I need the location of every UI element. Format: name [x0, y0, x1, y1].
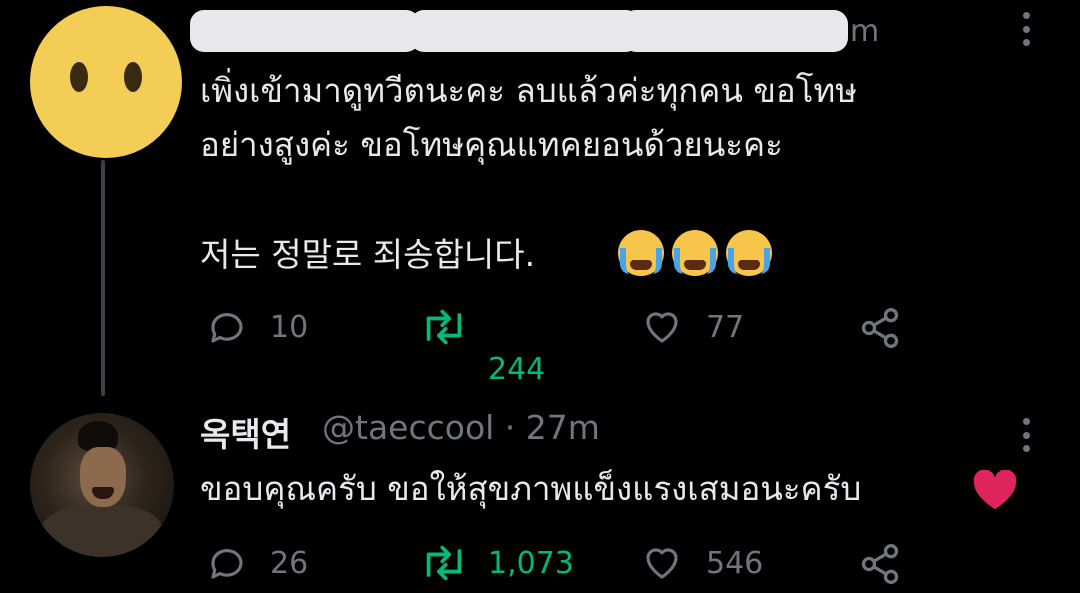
display-name[interactable]: 옥택연	[200, 408, 291, 456]
tweet-text-line: อย่างสูงค่ะ ขอโทษคุณแทคยอนด้วยนะคะ	[200, 125, 783, 164]
eye-right-icon	[124, 62, 142, 92]
retweet-button[interactable]	[420, 306, 468, 348]
heart-outline-icon	[646, 548, 678, 579]
reply-icon	[211, 549, 243, 579]
red-heart-icon	[973, 470, 1017, 510]
more-options-icon[interactable]	[1021, 418, 1031, 452]
share-icon	[861, 544, 899, 584]
redacted-handle	[410, 10, 640, 52]
retweet-count: 244	[488, 352, 546, 387]
share-button[interactable]	[858, 542, 902, 586]
tweet-time: m	[850, 14, 880, 49]
retweet-icon	[426, 309, 462, 345]
loudly-crying-face-icon	[618, 230, 664, 276]
redacted-name	[190, 10, 420, 52]
emoji-group	[618, 230, 772, 276]
reply-button[interactable]: 26	[206, 542, 308, 584]
tweet-text-line: เพิ่งเข้ามาดูทวีตนะคะ ลบแล้วค่ะทุกคน ขอโ…	[200, 71, 857, 110]
handle-and-time[interactable]: @taeccool · 27m	[322, 408, 600, 447]
loudly-crying-face-icon	[672, 230, 718, 276]
like-button[interactable]: 77	[640, 306, 744, 348]
heart-outline-icon	[646, 312, 678, 343]
reply-count: 26	[270, 545, 309, 581]
avatar-emoji-face[interactable]	[30, 6, 182, 158]
like-button[interactable]: 546	[640, 542, 763, 584]
share-button[interactable]	[858, 306, 902, 350]
like-count: 77	[706, 309, 745, 345]
loudly-crying-face-icon	[726, 230, 772, 276]
more-options-icon[interactable]	[1021, 12, 1031, 46]
tweet-text-line: 저는 정말로 죄송합니다.	[200, 235, 536, 274]
share-icon	[861, 308, 899, 348]
retweet-count: 1,073	[488, 545, 574, 581]
eye-left-icon	[70, 62, 88, 92]
reply-button[interactable]: 10	[206, 306, 308, 348]
avatar-photo[interactable]	[30, 413, 174, 557]
reply-icon	[211, 313, 243, 343]
thread-line	[101, 160, 105, 396]
reply-count: 10	[270, 309, 309, 345]
retweet-button[interactable]: 1,073	[420, 542, 574, 584]
retweet-icon	[426, 545, 462, 581]
like-count: 546	[706, 545, 764, 581]
redacted-timestamp	[622, 10, 848, 52]
timeline: m เพิ่งเข้ามาดูทวีตนะคะ ลบแล้วค่ะทุกคน ข…	[0, 0, 1080, 593]
tweet-text: ขอบคุณครับ ขอให้สุขภาพแข็งแรงเสมอนะครับ	[200, 469, 862, 508]
